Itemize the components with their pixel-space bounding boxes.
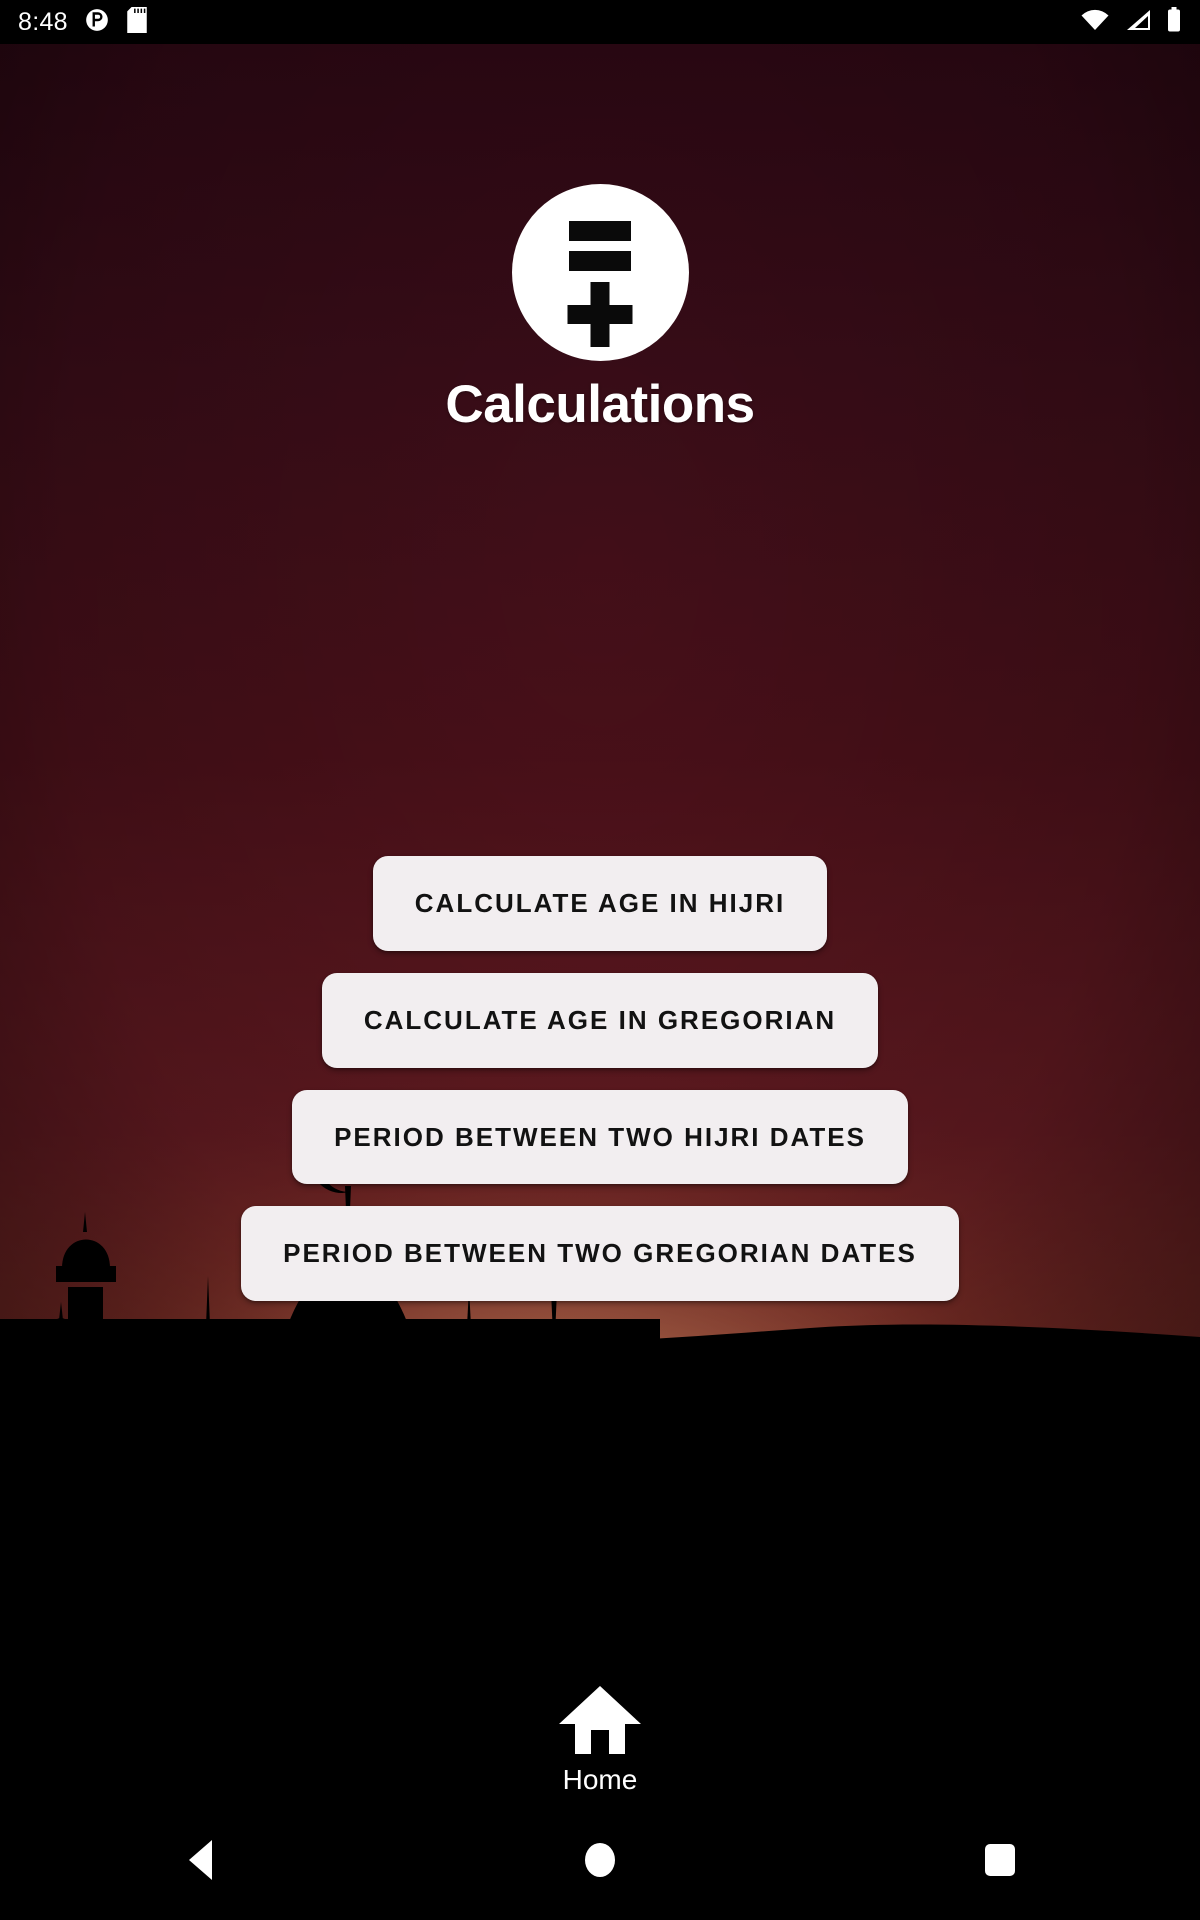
status-bar-left: 8:48 [18,6,148,38]
system-back-button[interactable] [140,1800,260,1920]
period-between-two-hijri-dates-button[interactable]: PERIOD BETWEEN TWO HIJRI DATES [292,1089,908,1185]
android-system-navigation-bar [0,1800,1200,1920]
equals-bar-bottom [569,251,631,271]
wifi-icon [1080,8,1110,37]
app-screen: 8:48 Calculations CALCULATE AGE IN HIJRI… [0,0,1200,1920]
calculate-age-hijri-button[interactable]: CALCULATE AGE IN HIJRI [372,856,828,951]
plus-horizontal-stroke [567,305,633,324]
status-bar-right [1080,6,1182,38]
page-title: Calculations [445,375,755,434]
equals-plus-calculator-icon [511,184,689,361]
app-notification-icon [84,7,110,38]
period-between-two-gregorian-dates-button[interactable]: PERIOD BETWEEN TWO GREGORIAN DATES [241,1206,959,1302]
system-home-button[interactable] [540,1800,660,1920]
main-content: Calculations CALCULATE AGE IN HIJRI CALC… [0,44,1200,1920]
bottom-nav-item-home[interactable]: Home [527,1680,673,1800]
back-triangle-icon [188,1840,212,1880]
equals-bar-top [569,221,631,241]
bottom-navigation: Home [0,1680,1200,1800]
calculate-age-gregorian-button[interactable]: CALCULATE AGE IN GREGORIAN [321,972,879,1068]
system-recents-button[interactable] [940,1800,1060,1920]
recents-square-icon [985,1844,1015,1876]
app-header: Calculations [0,184,1200,433]
sd-card-icon [126,6,148,38]
status-clock: 8:48 [18,7,68,36]
bottom-nav-home-label: Home [562,1764,638,1796]
action-button-list: CALCULATE AGE IN HIJRI CALCULATE AGE IN … [0,856,1200,1302]
battery-icon [1166,6,1182,38]
status-bar: 8:48 [0,0,1200,44]
home-circle-icon [585,1843,615,1877]
cellular-signal-icon [1124,8,1152,37]
home-icon [557,1684,643,1761]
